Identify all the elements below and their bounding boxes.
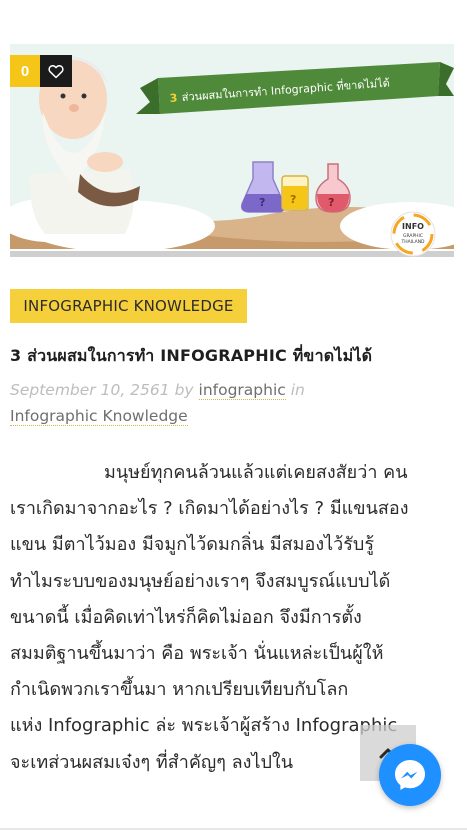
like-button[interactable]: [40, 55, 72, 87]
svg-text:?: ?: [290, 193, 296, 206]
heart-outline-icon: [48, 64, 64, 78]
post-featured-image[interactable]: 3 ส่วนผสมในการทำ Infographic ที่ขาดไม่ได…: [10, 44, 454, 257]
content-line: แขน มีตาไว้มอง มีจมูกไว้ดมกลิ่น มีสมองไว…: [10, 534, 375, 556]
post-meta: September 10, 2561 by infographic in Inf…: [10, 377, 430, 429]
content-line: ขนาดนี้ เมื่อคิดเท่าไหร่ก็คิดไม่ออก จึงม…: [10, 606, 362, 628]
content-line: สมมติฐานขึ้นมาว่า คือ พระเจ้า นั่นแหล่ะเ…: [10, 643, 384, 665]
like-widget[interactable]: 0: [10, 55, 72, 87]
messenger-chat-button[interactable]: [379, 744, 441, 806]
like-count: 0: [10, 55, 40, 87]
post-title[interactable]: 3 ส่วนผสมในการทำ INFOGRAPHIC ที่ขาดไม่ได…: [10, 344, 450, 369]
svg-text:?: ?: [259, 196, 265, 209]
category-link[interactable]: Infographic Knowledge: [10, 407, 188, 426]
content-line: มนุษย์ทุกคนล้วนแล้วแต่เคยสงสัยว่า คน: [104, 462, 408, 483]
infographic-illustration: 3 ส่วนผสมในการทำ Infographic ที่ขาดไม่ได…: [10, 44, 454, 257]
logo-badge-line2: GRAPHIC: [403, 233, 423, 239]
logo-badge-line3: THAILAND: [400, 239, 425, 245]
content-line: เราเกิดมาจากอะไร ? เกิดมาได้อย่างไร ? มี…: [10, 498, 409, 520]
category-tag[interactable]: INFOGRAPHIC KNOWLEDGE: [10, 289, 247, 323]
content-line: กำเนิดพวกเราขึ้นมา หากเปรียบเทียบกับโลก: [10, 679, 349, 701]
messenger-icon: [395, 760, 425, 790]
page-bottom-divider: [0, 828, 467, 830]
content-line: ทำไมระบบของมนุษย์อย่างเราๆ จึงสมบูรณ์แบบ…: [10, 570, 391, 592]
in-label: in: [290, 381, 305, 399]
author-link[interactable]: infographic: [198, 381, 286, 400]
banner-number: 3: [169, 91, 178, 105]
post-date: September 10, 2561: [10, 381, 170, 399]
svg-text:?: ?: [328, 196, 334, 209]
by-label: by: [174, 381, 194, 399]
logo-badge-line1: INFO: [402, 222, 424, 231]
